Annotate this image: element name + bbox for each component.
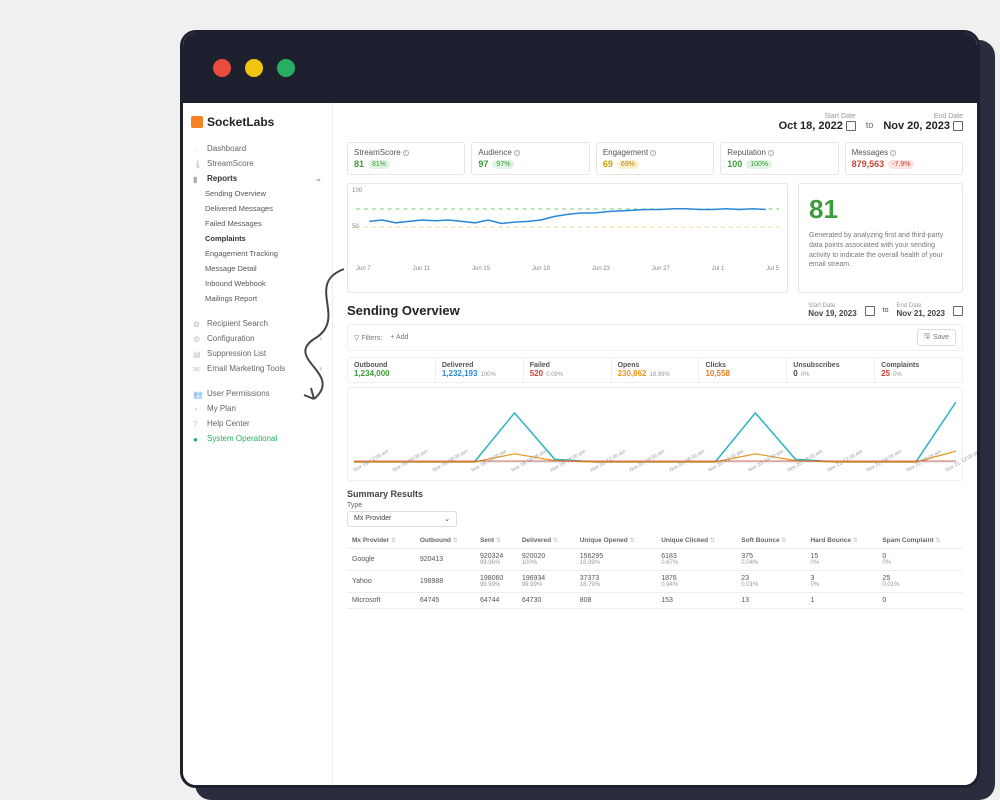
- window-titlebar: [183, 33, 977, 103]
- calendar-icon[interactable]: [953, 306, 963, 316]
- col-delivered[interactable]: Delivered ⇅: [517, 533, 575, 549]
- metrics-row: Outbound 1,234,000Delivered 1,232,193100…: [347, 357, 963, 383]
- section-title: Sending Overview: [347, 303, 460, 318]
- kpi-streamscore[interactable]: StreamScorei 8181%: [347, 142, 465, 175]
- col-mx-provider[interactable]: Mx Provider ⇅: [347, 533, 415, 549]
- sending-chart: Nov 19, 12:00 amNov 19, 04:00 amNov 19, …: [347, 387, 963, 481]
- nav-help[interactable]: ?Help Center: [191, 416, 324, 431]
- col-soft-bounce[interactable]: Soft Bounce ⇅: [736, 533, 805, 549]
- nav-reports-complaints[interactable]: Complaints: [191, 231, 324, 246]
- col-outbound[interactable]: Outbound ⇅: [415, 533, 475, 549]
- sort-icon: ⇅: [496, 538, 501, 544]
- kpi-audience[interactable]: Audiencei 9797%: [471, 142, 589, 175]
- nav-my-plan[interactable]: ◔My Plan: [191, 401, 324, 416]
- info-icon[interactable]: i: [514, 150, 520, 156]
- table-row[interactable]: Microsoft 64745 64744 64730 808 153 13 1…: [347, 593, 963, 609]
- logo-icon: [191, 116, 203, 128]
- metric-opens[interactable]: Opens 230,86218.99%: [612, 358, 700, 382]
- start-date-value: Oct 18, 2022: [779, 120, 843, 132]
- nav-reports[interactable]: ▮Reports⌄: [191, 171, 324, 186]
- sending-date-range[interactable]: Start DateNov 19, 2023 to End DateNov 21…: [808, 303, 963, 318]
- nav-recipient-search[interactable]: ✿Recipient Search: [191, 316, 324, 331]
- start-date-label: Start Date: [779, 113, 856, 120]
- filters-label: ▽ Filters:: [354, 334, 382, 342]
- metric-failed[interactable]: Failed 5200.09%: [524, 358, 612, 382]
- col-sent[interactable]: Sent ⇅: [475, 533, 517, 549]
- metric-delivered[interactable]: Delivered 1,232,193100%: [436, 358, 524, 382]
- metric-clicks[interactable]: Clicks 10,558: [699, 358, 787, 382]
- col-unique-opened[interactable]: Unique Opened ⇅: [575, 533, 656, 549]
- col-hard-bounce[interactable]: Hard Bounce ⇅: [805, 533, 877, 549]
- window-close-icon[interactable]: [213, 59, 231, 77]
- chevron-down-icon: ⌄: [315, 174, 322, 183]
- info-icon[interactable]: i: [403, 150, 409, 156]
- nav-email-tools[interactable]: ✉Email Marketing Tools›: [191, 361, 324, 376]
- chevron-right-icon: ›: [319, 364, 322, 373]
- chevron-down-icon: ⌄: [444, 515, 450, 523]
- col-unique-clicked[interactable]: Unique Clicked ⇅: [656, 533, 736, 549]
- nav-reports-inbound-webhook[interactable]: Inbound Webhook: [191, 276, 324, 291]
- streamscore-chart: 100 50 Jun 7Jun 11Jun 15Jun 19Jun 23Jun …: [347, 183, 788, 293]
- calendar-icon[interactable]: [846, 121, 856, 131]
- nav-system-status[interactable]: ●System Operational: [191, 431, 324, 446]
- metric-unsubscribes[interactable]: Unsubscribes 00%: [787, 358, 875, 382]
- save-button[interactable]: 🖫 Save: [917, 329, 956, 346]
- filter-bar: ▽ Filters: + Add 🖫 Save: [347, 324, 963, 351]
- info-icon[interactable]: i: [768, 150, 774, 156]
- chevron-right-icon: ›: [319, 334, 322, 343]
- sort-icon: ⇅: [391, 538, 396, 544]
- type-label: Type: [347, 502, 963, 509]
- score-value: 81: [809, 194, 952, 225]
- nav-dashboard[interactable]: ◌Dashboard: [191, 141, 324, 156]
- kpi-reputation[interactable]: Reputationi 100100%: [720, 142, 838, 175]
- brand-name: SocketLabs: [207, 115, 274, 129]
- nav-reports-mailings-report[interactable]: Mailings Report: [191, 291, 324, 306]
- window-maximize-icon[interactable]: [277, 59, 295, 77]
- nav-reports-message-detail[interactable]: Message Detail: [191, 261, 324, 276]
- metric-outbound[interactable]: Outbound 1,234,000: [348, 358, 436, 382]
- score-description: Generated by analyzing first and third-p…: [809, 231, 952, 270]
- info-icon[interactable]: i: [890, 150, 896, 156]
- nav-reports-failed-messages[interactable]: Failed Messages: [191, 216, 324, 231]
- metric-complaints[interactable]: Complaints 250%: [875, 358, 962, 382]
- col-spam-complaint[interactable]: Spam Complaint ⇅: [877, 533, 963, 549]
- nav-streamscore[interactable]: 🌡StreamScore: [191, 156, 324, 171]
- summary-table: Mx Provider ⇅Outbound ⇅Sent ⇅Delivered ⇅…: [347, 533, 963, 609]
- sort-icon: ⇅: [553, 538, 558, 544]
- info-icon[interactable]: i: [650, 150, 656, 156]
- calendar-icon[interactable]: [953, 121, 963, 131]
- summary-title: Summary Results: [347, 489, 963, 499]
- kpi-row: StreamScorei 8181%Audiencei 9797%Engagem…: [347, 142, 963, 175]
- table-row[interactable]: Google 920413 92032499.96% 920020100% 15…: [347, 549, 963, 571]
- nav-user-permissions[interactable]: 👥User Permissions: [191, 386, 324, 401]
- sort-icon: ⇅: [453, 538, 458, 544]
- date-range-picker[interactable]: Start Date Oct 18, 2022 to End Date Nov …: [779, 113, 963, 132]
- sort-icon: ⇅: [710, 538, 715, 544]
- end-date-value: Nov 20, 2023: [883, 120, 950, 132]
- window-minimize-icon[interactable]: [245, 59, 263, 77]
- sort-icon: ⇅: [781, 538, 786, 544]
- nav-reports-sending-overview[interactable]: Sending Overview: [191, 186, 324, 201]
- nav-reports-delivered-messages[interactable]: Delivered Messages: [191, 201, 324, 216]
- nav-reports-engagement-tracking[interactable]: Engagement Tracking: [191, 246, 324, 261]
- app-window: SocketLabs ◌Dashboard 🌡StreamScore ▮Repo…: [180, 30, 980, 788]
- kpi-engagement[interactable]: Engagementi 6969%: [596, 142, 714, 175]
- nav-suppression[interactable]: ▤Suppression List: [191, 346, 324, 361]
- end-date-label: End Date: [883, 113, 963, 120]
- main-content: Start Date Oct 18, 2022 to End Date Nov …: [333, 103, 977, 785]
- sidebar: SocketLabs ◌Dashboard 🌡StreamScore ▮Repo…: [183, 103, 333, 785]
- calendar-icon[interactable]: [865, 306, 875, 316]
- add-filter-button[interactable]: + Add: [390, 334, 408, 342]
- table-row[interactable]: Yahoo 198988 19806099.99% 19693499.99% 3…: [347, 571, 963, 593]
- score-summary: 81 Generated by analyzing first and thir…: [798, 183, 963, 293]
- brand-logo: SocketLabs: [191, 115, 324, 129]
- sort-icon: ⇅: [936, 538, 941, 544]
- kpi-messages[interactable]: Messagesi 879,563-7.9%: [845, 142, 963, 175]
- sort-icon: ⇅: [853, 538, 858, 544]
- date-to-label: to: [866, 120, 874, 130]
- type-select[interactable]: Mx Provider ⌄: [347, 511, 457, 527]
- nav-configuration[interactable]: ⚙Configuration›: [191, 331, 324, 346]
- sort-icon: ⇅: [630, 538, 635, 544]
